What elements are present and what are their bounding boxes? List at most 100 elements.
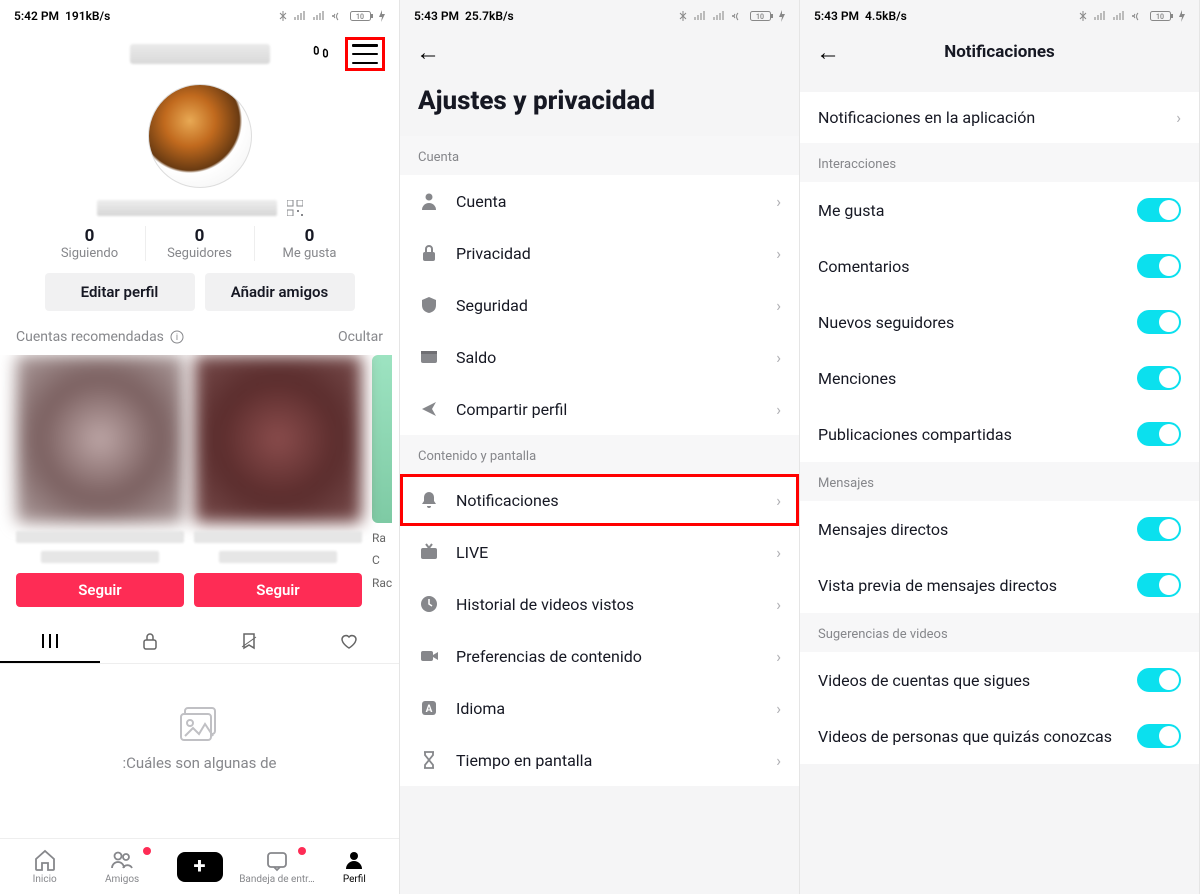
shield-icon [418, 295, 440, 315]
row-in-app-notifications[interactable]: Notificaciones en la aplicación › [800, 92, 1199, 143]
lock-icon [418, 243, 440, 263]
stat-likes[interactable]: 0 Me gusta [255, 226, 365, 261]
nav-inbox[interactable]: Bandeja de entr… [238, 848, 315, 885]
status-icons: 10 [678, 10, 785, 22]
tab-bookmark[interactable] [200, 621, 300, 663]
info-icon[interactable]: i [170, 330, 184, 344]
toggle-switch[interactable] [1137, 366, 1181, 390]
suggested-card[interactable]: Seguir [194, 355, 362, 607]
toggle-shared-posts[interactable]: Publicaciones compartidas [800, 406, 1199, 462]
status-time: 5:42 PM [14, 9, 59, 23]
toggle-likes[interactable]: Me gusta [800, 182, 1199, 238]
follow-button[interactable]: Seguir [16, 573, 184, 607]
section-interactions-label: Interacciones [800, 143, 1199, 182]
toggle-comments[interactable]: Comentarios [800, 238, 1199, 294]
row-live[interactable]: LIVE › [400, 526, 799, 578]
screen-notifications: 5:43 PM 4.5kB/s 10 ← Notificaciones Noti… [800, 0, 1200, 894]
chevron-right-icon: › [776, 595, 781, 614]
chevron-right-icon: › [776, 543, 781, 562]
toggle-new-followers[interactable]: Nuevos seguidores [800, 294, 1199, 350]
row-content-prefs[interactable]: Preferencias de contenido › [400, 630, 799, 682]
toggle-switch[interactable] [1137, 517, 1181, 541]
row-watch-history[interactable]: Historial de videos vistos › [400, 578, 799, 630]
notification-dot [298, 847, 306, 855]
chevron-right-icon: › [776, 400, 781, 419]
row-account[interactable]: Cuenta › [400, 175, 799, 227]
chevron-right-icon: › [776, 192, 781, 211]
toggle-mentions[interactable]: Menciones [800, 350, 1199, 406]
settings-header: ← [400, 28, 799, 76]
nav-home[interactable]: Inicio [6, 848, 83, 885]
tab-grid[interactable] [0, 621, 100, 663]
chevron-right-icon: › [776, 699, 781, 718]
section-account-label: Cuenta [400, 136, 799, 175]
profile-name-blurred [130, 44, 270, 64]
chevron-right-icon: › [776, 491, 781, 510]
status-bar: 5:43 PM 25.7kB/s 10 [400, 0, 799, 28]
bottom-nav: Inicio Amigos + Bandeja de entr… Perfil [0, 838, 399, 894]
toggle-switch[interactable] [1137, 254, 1181, 278]
tv-icon [418, 542, 440, 562]
suggested-card[interactable]: Seguir [16, 355, 184, 607]
status-time: 5:43 PM [414, 9, 459, 23]
status-speed: 191kB/s [65, 9, 110, 23]
chevron-right-icon: › [776, 348, 781, 367]
tab-liked[interactable] [299, 621, 399, 663]
row-security[interactable]: Seguridad › [400, 279, 799, 331]
add-friends-button[interactable]: Añadir amigos [205, 273, 355, 311]
hide-button[interactable]: Ocultar [338, 329, 383, 345]
toggle-dms[interactable]: Mensajes directos [800, 501, 1199, 557]
suggested-avatar-blurred [16, 355, 184, 523]
toggle-switch[interactable] [1137, 573, 1181, 597]
toggle-suggested-videos[interactable]: Videos de personas que quizás conozcas [800, 708, 1199, 764]
chevron-right-icon: › [776, 244, 781, 263]
footprint-icon[interactable] [309, 43, 331, 65]
video-icon [418, 646, 440, 666]
chevron-right-icon: › [776, 296, 781, 315]
status-speed: 25.7kB/s [465, 9, 514, 23]
row-language[interactable]: A Idioma › [400, 682, 799, 734]
stat-following[interactable]: 0 Siguiendo [35, 226, 145, 261]
row-balance[interactable]: Saldo › [400, 331, 799, 383]
clock-icon [418, 594, 440, 614]
row-notifications[interactable]: Notificaciones › [400, 474, 799, 526]
stats-row: 0 Siguiendo 0 Seguidores 0 Me gusta [0, 220, 399, 273]
tab-private[interactable] [100, 621, 200, 663]
status-bar: 5:42 PM 191kB/s 10 [0, 0, 399, 28]
menu-button-highlight [345, 37, 385, 71]
toggle-switch[interactable] [1137, 198, 1181, 222]
row-share-profile[interactable]: Compartir perfil › [400, 383, 799, 435]
section-content-label: Contenido y pantalla [400, 435, 799, 474]
nav-friends[interactable]: Amigos [83, 848, 160, 885]
toggle-switch[interactable] [1137, 310, 1181, 334]
share-icon [418, 399, 440, 419]
qr-icon[interactable] [287, 200, 303, 216]
back-icon[interactable]: ← [816, 40, 840, 64]
stat-followers[interactable]: 0 Seguidores [145, 226, 255, 261]
avatar[interactable] [148, 84, 252, 188]
page-title: Notificaciones [800, 42, 1199, 62]
follow-button[interactable]: Seguir [194, 573, 362, 607]
language-icon: A [418, 698, 440, 718]
chevron-right-icon: › [776, 751, 781, 770]
toggle-dm-preview[interactable]: Vista previa de mensajes directos [800, 557, 1199, 613]
nav-create[interactable]: + [161, 852, 238, 882]
hamburger-menu-icon[interactable] [352, 44, 378, 64]
toggle-following-videos[interactable]: Videos de cuentas que sigues [800, 652, 1199, 708]
toggle-switch[interactable] [1137, 668, 1181, 692]
wallet-icon [418, 347, 440, 367]
status-bar: 5:43 PM 4.5kB/s 10 [800, 0, 1199, 28]
empty-state: :Cuáles son algunas de [0, 664, 399, 838]
nav-profile[interactable]: Perfil [316, 848, 393, 885]
plus-icon: + [177, 852, 223, 882]
row-screentime[interactable]: Tiempo en pantalla › [400, 734, 799, 786]
toggle-switch[interactable] [1137, 724, 1181, 748]
section-messages-label: Mensajes [800, 462, 1199, 501]
toggle-switch[interactable] [1137, 422, 1181, 446]
edit-profile-button[interactable]: Editar perfil [45, 273, 195, 311]
suggested-card-peek[interactable]: Ra C Rac [372, 355, 392, 607]
back-icon[interactable]: ← [416, 40, 440, 64]
row-privacy[interactable]: Privacidad › [400, 227, 799, 279]
bell-icon [418, 490, 440, 510]
gallery-icon [177, 704, 223, 744]
